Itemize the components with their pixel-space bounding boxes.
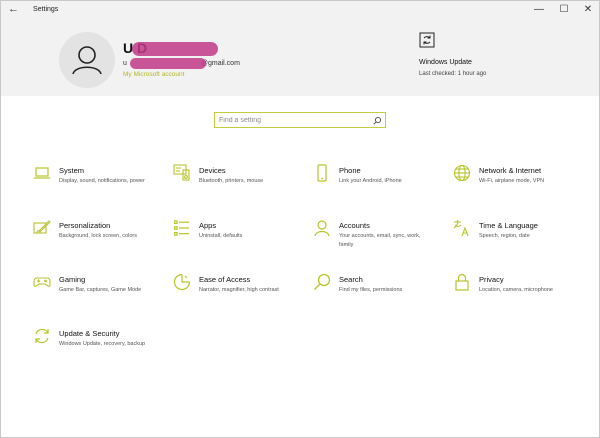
tile-personalization[interactable]: Personalization Background, lock screen,…: [33, 219, 163, 269]
tile-title: Privacy: [479, 275, 504, 284]
back-arrow-icon[interactable]: ←: [8, 3, 19, 15]
settings-window: ← Settings — ☐ ✕ U D u@gmail.com My Micr…: [0, 0, 600, 438]
tile-description: Bluetooth, printers, mouse: [199, 178, 264, 184]
tile-title: Apps: [199, 221, 217, 230]
window-title: Settings: [33, 6, 59, 13]
tile-description: Find my files, permissions: [339, 287, 403, 293]
search-box[interactable]: [214, 112, 386, 128]
personalization-icon: [33, 219, 51, 237]
tile-title: System: [59, 166, 85, 175]
tile-privacy[interactable]: Privacy Location, camera, microphone: [453, 273, 583, 323]
tile-description: Windows Update, recovery, backup: [59, 341, 146, 347]
tile-apps[interactable]: Apps Uninstall, defaults: [173, 219, 303, 269]
minimize-button[interactable]: —: [532, 4, 546, 15]
windows-update-icon[interactable]: [419, 32, 435, 48]
tile-accounts[interactable]: Accounts Your accounts, email, sync, wor…: [313, 219, 443, 269]
maximize-button[interactable]: ☐: [557, 4, 571, 15]
tile-title: Network & Internet: [479, 166, 542, 175]
sync-icon: [33, 327, 51, 345]
tile-update-security[interactable]: Update & Security Windows Update, recove…: [33, 327, 163, 377]
gamepad-icon: [33, 273, 51, 291]
tile-description: Display, sound, notifications, power: [59, 178, 145, 184]
devices-icon: [173, 164, 191, 182]
redaction-mark: [130, 58, 206, 69]
tile-description: Uninstall, defaults: [199, 233, 243, 239]
magnifier-icon: [313, 273, 331, 291]
tile-title: Gaming: [59, 275, 86, 284]
globe-icon: [453, 164, 471, 182]
tile-title: Personalization: [59, 221, 111, 230]
tile-description: Your accounts, email, sync, work, family: [339, 233, 421, 248]
tile-title: Ease of Access: [199, 275, 251, 284]
phone-icon: [313, 164, 331, 182]
tile-title: Search: [339, 275, 363, 284]
tile-title: Accounts: [339, 221, 370, 230]
tile-description: Link your Android, iPhone: [339, 178, 402, 184]
tile-system[interactable]: System Display, sound, notifications, po…: [33, 164, 163, 214]
tile-description: Game Bar, captures, Game Mode: [59, 287, 142, 293]
tile-search[interactable]: Search Find my files, permissions: [313, 273, 443, 323]
microsoft-account-link[interactable]: My Microsoft account: [123, 71, 184, 78]
tile-title: Time & Language: [479, 221, 538, 230]
tile-ease-of-access[interactable]: Ease of Access Narrator, magnifier, high…: [173, 273, 303, 323]
user-silhouette-icon: [72, 46, 102, 75]
tile-description: Speech, region, date: [479, 233, 530, 239]
account-header: U D u@gmail.com My Microsoft account Win…: [1, 20, 599, 96]
title-bar: ← Settings — ☐ ✕: [1, 1, 599, 20]
lock-icon: [453, 273, 471, 291]
tile-time-language[interactable]: Time & Language Speech, region, date: [453, 219, 583, 269]
tile-phone[interactable]: Phone Link your Android, iPhone: [313, 164, 443, 214]
tile-description: Wi-Fi, airplane mode, VPN: [479, 178, 545, 184]
time-language-icon: [453, 219, 471, 237]
person-icon: [313, 219, 331, 237]
tile-description: Location, camera, microphone: [479, 287, 553, 293]
close-button[interactable]: ✕: [581, 4, 595, 15]
ease-of-access-icon: [173, 273, 191, 291]
search-icon[interactable]: [373, 116, 382, 125]
apps-list-icon: [173, 219, 191, 237]
tile-description: Background, lock screen, colors: [59, 233, 137, 239]
search-input[interactable]: [219, 114, 369, 126]
tile-title: Devices: [199, 166, 226, 175]
tile-title: Update & Security: [59, 329, 120, 338]
windows-update-title[interactable]: Windows Update: [419, 59, 472, 66]
windows-update-status: Last checked: 1 hour ago: [419, 71, 487, 77]
tile-gaming[interactable]: Gaming Game Bar, captures, Game Mode: [33, 273, 163, 323]
tile-description: Narrator, magnifier, high contrast: [199, 287, 279, 293]
redaction-mark: [132, 42, 218, 56]
avatar[interactable]: [59, 32, 115, 88]
laptop-icon: [33, 164, 51, 182]
tile-devices[interactable]: Devices Bluetooth, printers, mouse: [173, 164, 303, 214]
tile-network-internet[interactable]: Network & Internet Wi-Fi, airplane mode,…: [453, 164, 583, 214]
tile-title: Phone: [339, 166, 361, 175]
